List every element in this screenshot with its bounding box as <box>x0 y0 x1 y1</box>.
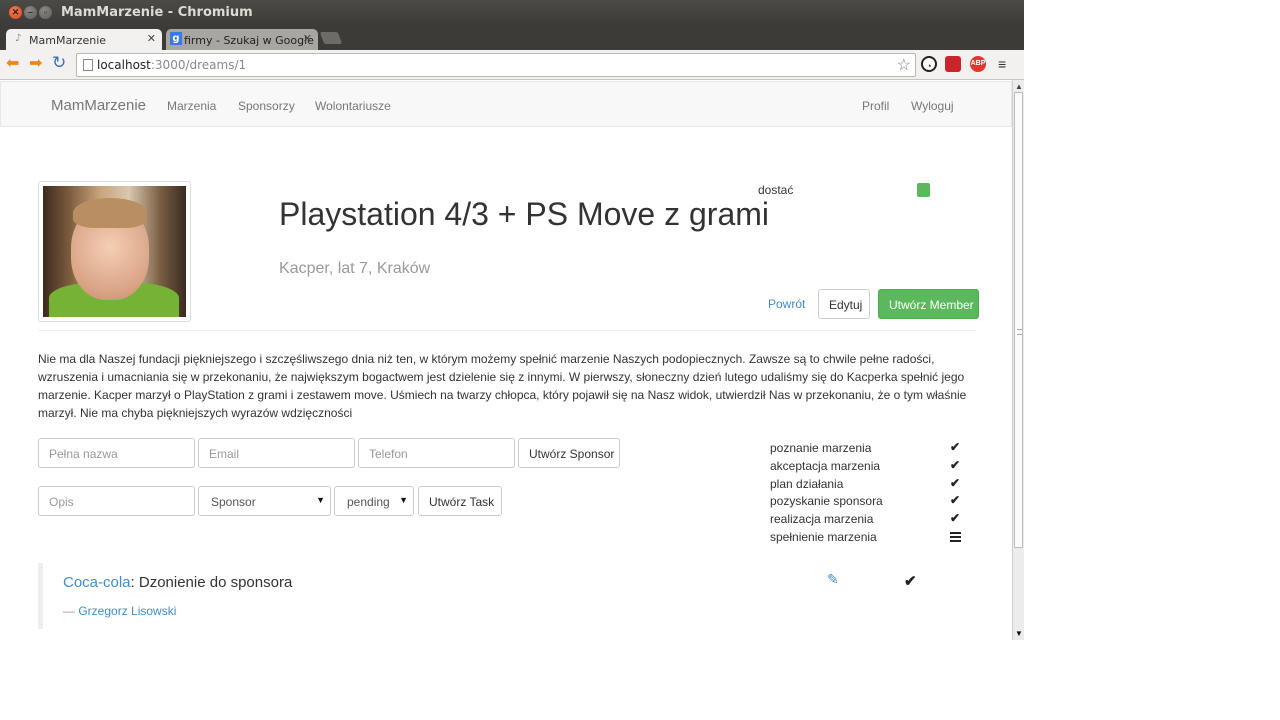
nav-link-marzenia[interactable]: Marzenia <box>167 99 216 113</box>
check-icon: ✔ <box>950 511 961 526</box>
address-bar[interactable]: localhost:3000/dreams/1 ☆ <box>76 53 916 77</box>
sponsor-select[interactable]: Sponsor ▼ <box>198 486 331 516</box>
tab-google-search[interactable]: g firmy - Szukaj w Google ✕ <box>166 29 318 50</box>
sponsor-phone-input[interactable]: Telefon <box>358 438 515 468</box>
sponsor-name-input[interactable]: Pełna nazwa <box>38 438 195 468</box>
check-icon: ✔ <box>950 457 961 472</box>
desktop-background <box>1024 0 1280 720</box>
window-title: MamMarzenie - Chromium <box>61 5 253 20</box>
status-label: dostać <box>758 183 794 197</box>
child-photo <box>38 181 191 322</box>
step-name: akceptacja marzenia <box>770 458 881 473</box>
dream-subtitle: Kacper, lat 7, Kraków <box>279 260 431 277</box>
scrollbar-thumb[interactable] <box>1014 92 1023 548</box>
check-icon[interactable]: ✔ <box>904 572 917 590</box>
new-tab-button[interactable] <box>319 32 343 44</box>
scrollbar-grip <box>1017 329 1022 335</box>
check-icon: ✔ <box>950 440 961 454</box>
author-link[interactable]: Grzegorz Lisowski <box>78 604 176 618</box>
sponsor-select-value: Sponsor <box>211 495 256 509</box>
close-tab-icon[interactable]: ✕ <box>303 32 312 45</box>
task-title: Coca-cola: Dzonienie do sponsora <box>63 574 292 591</box>
task-description-input[interactable]: Opis <box>38 486 195 516</box>
step-item: spełnienie marzenia <box>770 528 970 546</box>
title-bar: ✕ – ▫ MamMarzenie - Chromium <box>0 0 1024 26</box>
browser-window: ✕ – ▫ MamMarzenie - Chromium ♪ MamMarzen… <box>0 0 1024 640</box>
browser-toolbar: ⬅ ➡ ↻ localhost:3000/dreams/1 ☆ ◔ ABP ≡ <box>0 50 1024 80</box>
edit-button[interactable]: Edytuj <box>818 289 870 319</box>
step-item: akceptacja marzenia ✔ <box>770 457 970 475</box>
forward-arrow-icon[interactable]: ➡ <box>29 56 42 72</box>
nav-link-wolontariusze[interactable]: Wolontariusze <box>315 99 391 113</box>
step-item: poznanie marzenia ✔ <box>770 439 970 457</box>
dropdown-caret-icon: ▼ <box>316 495 325 505</box>
page-icon <box>83 59 93 71</box>
adblock-plus-icon[interactable]: ABP <box>970 56 986 72</box>
dream-description: Nie ma dla Naszej fundacji piękniejszego… <box>38 352 967 420</box>
reload-icon[interactable]: ↻ <box>52 54 66 71</box>
window-close-button[interactable]: ✕ <box>9 6 22 19</box>
tab-label: firmy - Szukaj w Google <box>184 34 314 47</box>
sponsor-email-input[interactable]: Email <box>198 438 355 468</box>
close-tab-icon[interactable]: ✕ <box>147 32 156 45</box>
status-badge <box>917 183 930 197</box>
step-name: realizacja marzenia <box>770 512 874 527</box>
window-maximize-button[interactable]: ▫ <box>39 6 52 19</box>
step-name: poznanie marzenia <box>770 441 872 455</box>
check-icon: ✔ <box>950 475 961 490</box>
dropdown-caret-icon: ▼ <box>399 495 408 505</box>
window-minimize-button[interactable]: – <box>24 6 37 19</box>
nav-link-wyloguj[interactable]: Wyloguj <box>911 99 954 113</box>
tab-strip: ♪ MamMarzenie ✕ g firmy - Szukaj w Googl… <box>0 26 1024 50</box>
nav-link-sponsorzy[interactable]: Sponsorzy <box>238 99 295 113</box>
back-link[interactable]: Powrót <box>762 290 811 318</box>
create-member-button[interactable]: Utwórz Member <box>878 289 979 319</box>
back-arrow-icon[interactable]: ⬅ <box>6 56 19 72</box>
dream-steps-list: poznanie marzenia ✔ akceptacja marzenia … <box>770 439 970 546</box>
page-scrollbar[interactable]: ▲ ▼ <box>1012 80 1024 640</box>
create-task-button[interactable]: Utwórz Task <box>418 486 502 516</box>
photo-hair <box>73 198 147 228</box>
photo-image <box>43 186 186 317</box>
url-text: localhost:3000/dreams/1 <box>97 58 246 72</box>
url-host: localhost <box>97 58 151 72</box>
bookmark-star-icon[interactable]: ☆ <box>897 55 911 75</box>
step-name: plan działania <box>770 476 844 491</box>
edit-icon[interactable]: ✎ <box>827 572 841 586</box>
site-navbar: MamMarzenie Marzenia Sponsorzy Wolontari… <box>0 81 1012 127</box>
page-title: Playstation 4/3 + PS Move z grami <box>279 196 769 232</box>
scroll-down-arrow-icon[interactable]: ▼ <box>1015 629 1023 638</box>
step-name: spełnienie marzenia <box>770 529 877 544</box>
step-item: plan działania ✔ <box>770 475 970 493</box>
desktop-background-bottom <box>0 640 1024 720</box>
status-select-value: pending <box>347 495 390 509</box>
music-note-icon: ♪ <box>15 33 22 44</box>
page-content: MamMarzenie Marzenia Sponsorzy Wolontari… <box>0 80 1012 640</box>
nav-link-profil[interactable]: Profil <box>862 99 889 113</box>
extension-clock-icon[interactable]: ◔ <box>921 56 937 72</box>
step-name: pozyskanie sponsora <box>770 494 883 509</box>
navbar-brand[interactable]: MamMarzenie <box>51 97 146 114</box>
task-text: : Dzonienie do sponsora <box>130 574 293 591</box>
check-icon: ✔ <box>950 493 961 508</box>
extension-red-icon[interactable] <box>945 56 961 72</box>
sponsor-link[interactable]: Coca-cola <box>63 574 131 591</box>
google-icon: g <box>170 32 182 45</box>
tab-mammarzenie[interactable]: ♪ MamMarzenie ✕ <box>6 29 162 50</box>
footer-dash: — <box>63 604 79 618</box>
create-sponsor-button[interactable]: Utwórz Sponsor <box>518 438 620 468</box>
tasks-icon <box>950 529 961 543</box>
task-status-select[interactable]: pending ▼ <box>334 486 414 516</box>
tab-label: MamMarzenie <box>29 34 107 47</box>
task-footer: — Grzegorz Lisowski <box>63 604 176 618</box>
scroll-up-arrow-icon[interactable]: ▲ <box>1015 82 1023 91</box>
url-path: :3000/dreams/1 <box>150 58 247 72</box>
menu-icon[interactable]: ≡ <box>998 57 1006 71</box>
step-item: realizacja marzenia ✔ <box>770 510 970 528</box>
divider <box>38 330 976 331</box>
step-item: pozyskanie sponsora ✔ <box>770 492 970 510</box>
